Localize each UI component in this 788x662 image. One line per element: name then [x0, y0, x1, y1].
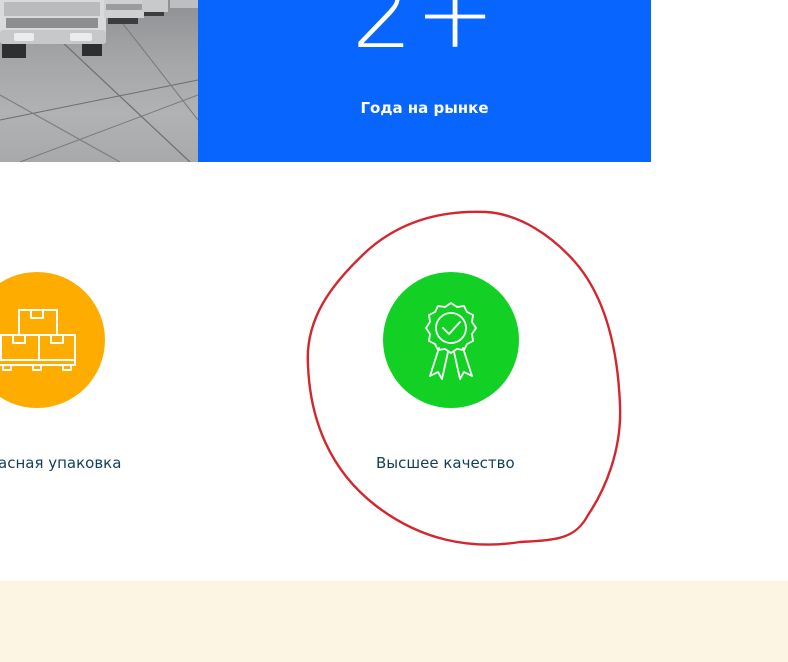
stat-block: 2+ Года на рынке: [198, 0, 651, 162]
packaging-circle: [0, 272, 105, 408]
page: 2+ Года на рынке асная упаковка Высшее к…: [0, 0, 788, 662]
feature-label-quality: Высшее качество: [376, 454, 515, 472]
stat-label: Года на рынке: [360, 99, 489, 117]
trucks-photo: [0, 0, 198, 162]
bottom-section: [0, 581, 788, 662]
stat-number: 2+: [351, 0, 498, 70]
feature-label-packaging: асная упаковка: [0, 454, 122, 472]
quality-circle: [383, 272, 519, 408]
boxes-pallet-icon: [0, 309, 76, 371]
quality-badge-icon: [425, 302, 477, 380]
